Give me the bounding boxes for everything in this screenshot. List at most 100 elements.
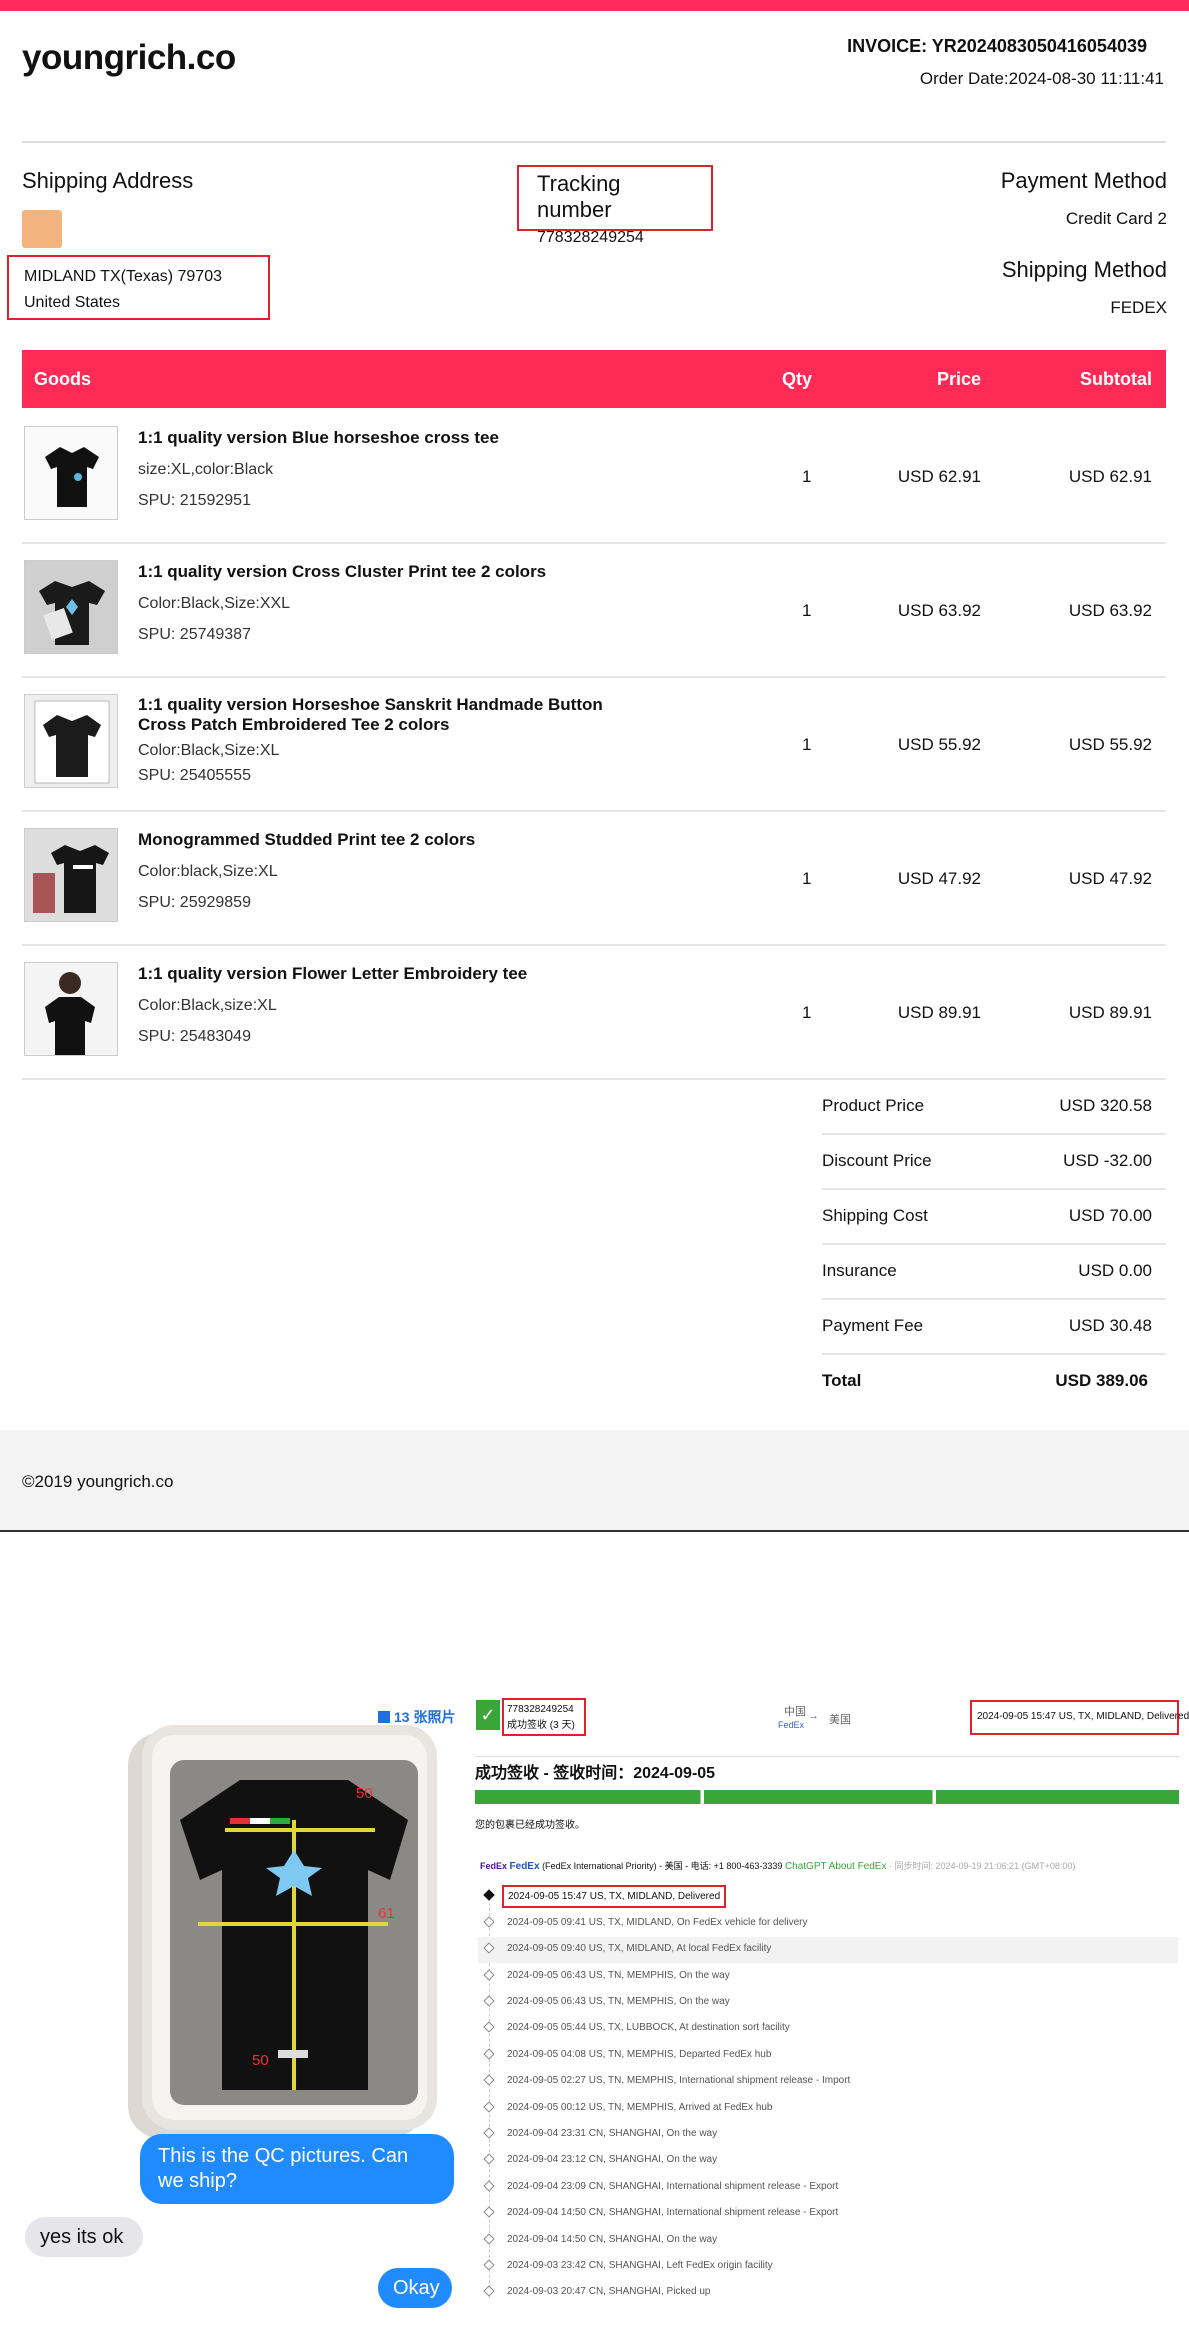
- timeline-dot: [483, 1942, 495, 1954]
- shipping-address-label: Shipping Address: [22, 168, 194, 193]
- shipping-method-value: FEDEX: [1110, 298, 1167, 317]
- summary-label: Insurance: [822, 1261, 897, 1280]
- brand-logo[interactable]: youngrich.co: [22, 38, 236, 78]
- product-spu: SPU: 25405555: [138, 767, 251, 784]
- tracking-event-text: 2024-09-05 09:40 US, TX, MIDLAND, At loc…: [507, 1943, 772, 1954]
- order-date: Order Date:2024-08-30 11:11:41: [919, 69, 1164, 88]
- timeline-dot: [483, 2180, 495, 2192]
- timeline-dot: [483, 2259, 495, 2271]
- product-spu: SPU: 25749387: [138, 626, 251, 643]
- summary-value: USD 70.00: [1068, 1206, 1152, 1225]
- header-subtotal: Subtotal: [1080, 369, 1152, 389]
- tracking-event-text: 2024-09-05 06:43 US, TN, MEMPHIS, On the…: [507, 1970, 730, 1981]
- delivered-check-icon: ✓: [476, 1700, 500, 1730]
- product-spu: SPU: 25929859: [138, 894, 251, 911]
- product-qty: 1: [802, 467, 812, 486]
- qc-photo[interactable]: [170, 1760, 418, 2105]
- tracking-event-text: 2024-09-05 02:27 US, TN, MEMPHIS, Intern…: [507, 2075, 851, 2086]
- product-subtotal: USD 55.92: [1068, 735, 1152, 754]
- header-goods: Goods: [34, 369, 91, 389]
- product-price: USD 63.92: [897, 601, 981, 620]
- product-price: USD 47.92: [897, 869, 981, 888]
- delivered-notice: 您的包裹已经成功签收。: [475, 1820, 585, 1831]
- tracking-event: 2024-09-04 23:12 CN, SHANGHAI, On the wa…: [478, 2148, 1178, 2174]
- product-name[interactable]: Monogrammed Studded Print tee 2 colors: [138, 830, 608, 850]
- product-thumbnail[interactable]: [24, 694, 118, 788]
- summary-label: Discount Price: [822, 1151, 932, 1170]
- timeline-dot: [483, 2206, 495, 2218]
- delivered-headline: 成功签收 - 签收时间：2024-09-05: [475, 1765, 716, 1782]
- tracking-event-text: 2024-09-05 04:08 US, TN, MEMPHIS, Depart…: [507, 2049, 772, 2060]
- product-qty: 1: [802, 1003, 812, 1022]
- timeline-dot: [483, 1995, 495, 2007]
- tracking-event: 2024-09-04 14:50 CN, SHANGHAI, On the wa…: [478, 2228, 1178, 2254]
- product-name[interactable]: 1:1 quality version Cross Cluster Print …: [138, 562, 608, 582]
- tracking-event: 2024-09-05 06:43 US, TN, MEMPHIS, On the…: [478, 1990, 1178, 2016]
- product-attributes: Color:black,Size:XL: [138, 863, 278, 880]
- tracking-event: 2024-09-05 09:41 US, TX, MIDLAND, On Fed…: [478, 1911, 1178, 1937]
- product-subtotal: USD 89.91: [1068, 1003, 1152, 1022]
- product-name[interactable]: 1:1 quality version Horseshoe Sanskrit H…: [138, 695, 608, 735]
- tracking-event: 2024-09-05 00:12 US, TN, MEMPHIS, Arrive…: [478, 2096, 1178, 2122]
- product-attributes: Color:Black,size:XL: [138, 997, 277, 1014]
- summary-row: Discount Price USD -32.00: [822, 1135, 1166, 1190]
- header-qty: Qty: [782, 369, 813, 389]
- table-row: 1:1 quality version Blue horseshoe cross…: [22, 410, 1166, 544]
- summary-row: Product Price USD 320.58: [822, 1080, 1166, 1135]
- table-row: 1:1 quality version Horseshoe Sanskrit H…: [22, 678, 1166, 812]
- timeline-dot: [483, 2074, 495, 2086]
- payment-method-value: Credit Card 2: [1065, 209, 1167, 228]
- product-name[interactable]: 1:1 quality version Blue horseshoe cross…: [138, 428, 608, 448]
- carrier-info: (FedEx International Priority) - 美国 - 电话…: [542, 1861, 783, 1871]
- product-thumbnail[interactable]: [24, 962, 118, 1056]
- grid-icon: [378, 1711, 390, 1723]
- summary-total: Total USD 389.06: [822, 1355, 1166, 1410]
- tracking-event: 2024-09-05 09:40 US, TX, MIDLAND, At loc…: [478, 1937, 1178, 1963]
- chatgpt-link[interactable]: ChatGPT About FedEx: [785, 1861, 887, 1872]
- tracking-event-text: 2024-09-04 23:12 CN, SHANGHAI, On the wa…: [507, 2154, 718, 2165]
- route-origin: 中国: [784, 1706, 806, 1718]
- product-price: USD 62.91: [897, 467, 981, 486]
- footer: ©2019 youngrich.co: [0, 1430, 1189, 1532]
- header-price: Price: [936, 369, 981, 389]
- tracking-event-text: 2024-09-05 15:47 US, TX, MIDLAND, Delive…: [502, 1885, 727, 1908]
- carrier-name[interactable]: FedEx: [510, 1861, 540, 1872]
- progress-bar: [475, 1790, 1179, 1804]
- divider: [475, 1756, 1179, 1757]
- divider: [22, 141, 1166, 143]
- route-destination: 美国: [829, 1714, 851, 1726]
- photo-count-link[interactable]: 13 张照片: [378, 1707, 455, 1727]
- fedex-tracking-number[interactable]: 778328249254: [507, 1702, 581, 1718]
- tracking-event: 2024-09-05 05:44 US, TX, LUBBOCK, At des…: [478, 2016, 1178, 2042]
- fedex-logo: FedEx: [480, 1861, 508, 1871]
- tracking-number[interactable]: 778328249254: [537, 229, 693, 247]
- tracking-event: 2024-09-04 14:50 CN, SHANGHAI, Internati…: [478, 2201, 1178, 2227]
- summary-label: Payment Fee: [822, 1316, 924, 1335]
- goods-table-header: Goods Qty Price Subtotal: [22, 350, 1166, 408]
- timeline-dot: [483, 2127, 495, 2139]
- product-thumbnail[interactable]: [24, 426, 118, 520]
- summary-value: USD 0.00: [1078, 1261, 1152, 1280]
- product-attributes: Color:Black,Size:XXL: [138, 595, 291, 612]
- summary-value: USD 389.06: [1055, 1371, 1148, 1390]
- measure-label-bottom: 50: [252, 2052, 269, 2069]
- route-carrier: FedEx: [778, 1720, 805, 1730]
- tracking-event-text: 2024-09-04 23:31 CN, SHANGHAI, On the wa…: [507, 2128, 718, 2139]
- product-spu: SPU: 25483049: [138, 1028, 251, 1045]
- product-thumbnail[interactable]: [24, 828, 118, 922]
- product-attributes: size:XL,color:Black: [138, 461, 274, 478]
- product-subtotal: USD 47.92: [1068, 869, 1152, 888]
- timeline-dot: [483, 1969, 495, 1981]
- product-thumbnail[interactable]: [24, 560, 118, 654]
- timeline-dot-active: [483, 1889, 495, 1901]
- tracking-summary-box: 778328249254 成功签收 (3 天): [502, 1698, 586, 1736]
- timeline-dot: [483, 2285, 495, 2297]
- tracking-event: 2024-09-04 23:09 CN, SHANGHAI, Internati…: [478, 2175, 1178, 2201]
- tracking-label: Tracking number: [537, 171, 621, 222]
- timeline-dot: [483, 2101, 495, 2113]
- product-name[interactable]: 1:1 quality version Flower Letter Embroi…: [138, 964, 608, 984]
- tracking-event: 2024-09-05 04:08 US, TN, MEMPHIS, Depart…: [478, 2043, 1178, 2069]
- product-spu: SPU: 21592951: [138, 492, 251, 509]
- summary-row: Shipping Cost USD 70.00: [822, 1190, 1166, 1245]
- fedex-status-small: 成功签收 (3 天): [507, 1720, 575, 1731]
